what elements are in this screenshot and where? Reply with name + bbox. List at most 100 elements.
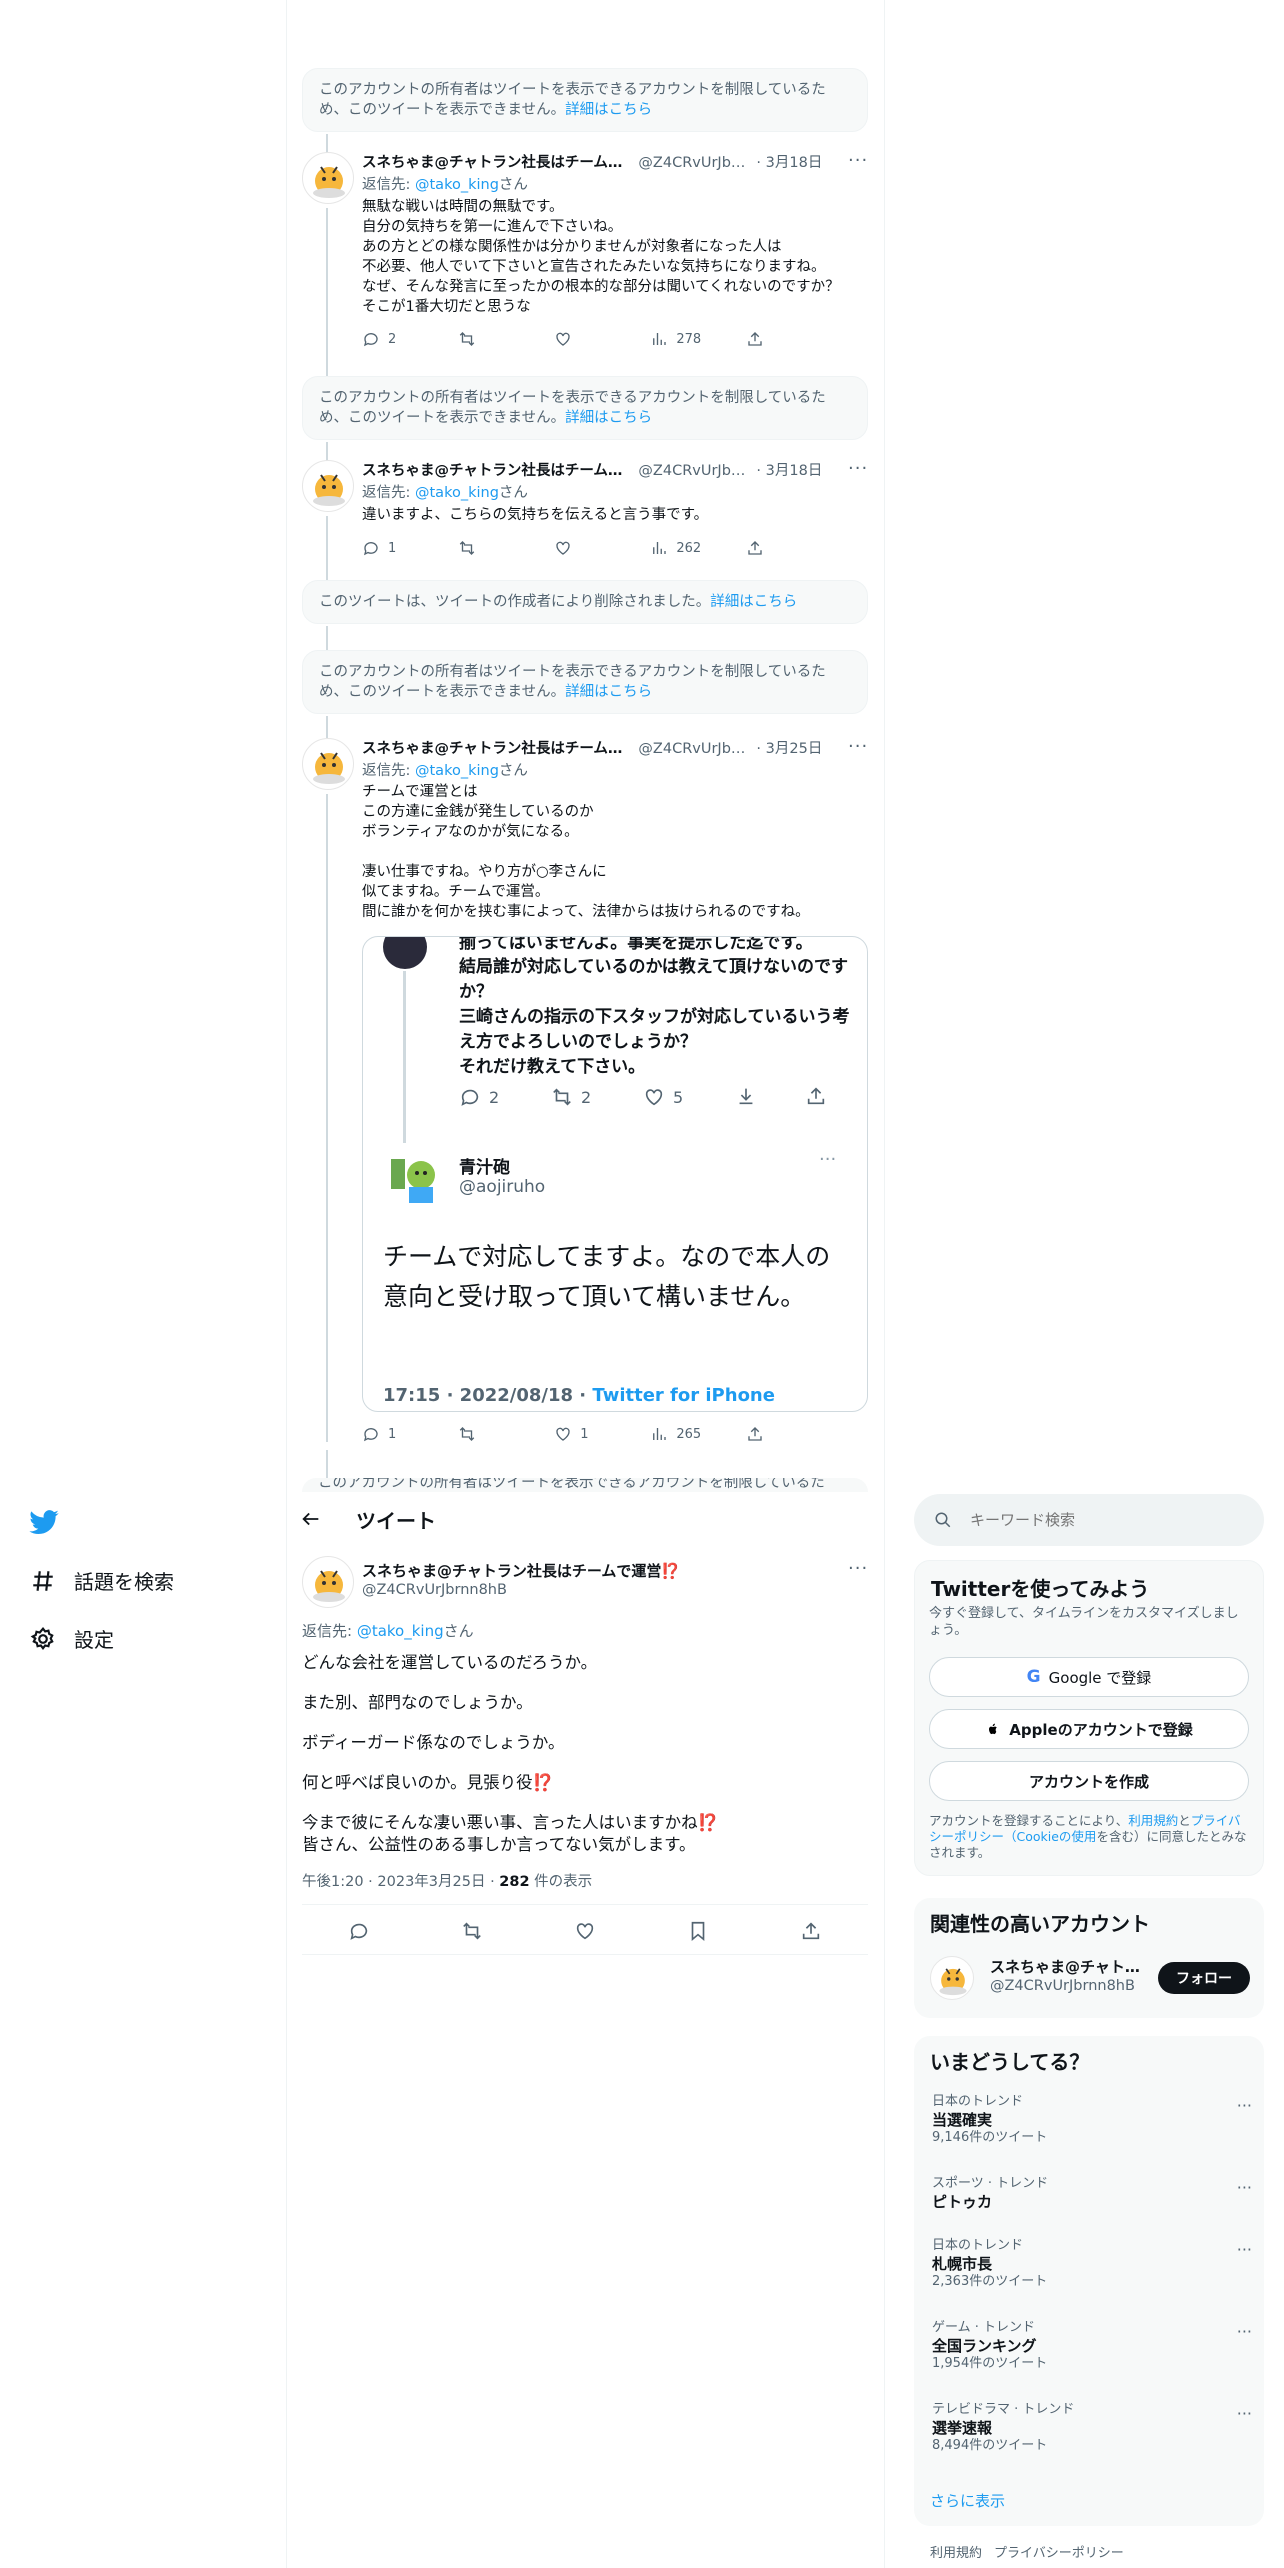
back-arrow-icon[interactable]: [300, 1508, 322, 1534]
retweet-button[interactable]: 2: [551, 1085, 643, 1109]
reply-user-link[interactable]: @tako_king: [415, 485, 499, 501]
avatar[interactable]: [302, 152, 354, 204]
author-name[interactable]: スネちゃま@チャトラン社長はチーム…: [362, 153, 622, 173]
author-handle[interactable]: @Z4CRvUrJbr…: [638, 739, 750, 759]
embedded-screenshot[interactable]: 揃ってはいませんよ。事実を提示した迄です。 結局誰が対応しているのかは教えて頂け…: [362, 936, 868, 1412]
learn-more-link[interactable]: 詳細はこちら: [565, 410, 652, 426]
google-signup-button[interactable]: G Google で登録: [929, 1657, 1249, 1697]
heart-icon[interactable]: [574, 1920, 596, 1942]
tweet-date[interactable]: · 3月18日: [756, 153, 822, 173]
learn-more-link[interactable]: 詳細はこちら: [565, 102, 652, 118]
main-tweet-line: どんな会社を運営しているのだろうか。: [302, 1653, 598, 1672]
more-icon[interactable]: ···: [848, 458, 868, 479]
reply-button[interactable]: 2: [362, 329, 458, 349]
apple-signup-button[interactable]: Appleのアカウントで登録: [929, 1709, 1249, 1749]
restricted-notice: このアカウントの所有者はツイートを表示できるアカウントを制限しているため、このツ…: [302, 68, 868, 132]
reply-icon[interactable]: [348, 1920, 370, 1942]
retweet-icon: [459, 1427, 475, 1441]
like-button[interactable]: 1: [554, 1424, 650, 1444]
show-more-link[interactable]: さらに表示: [930, 2490, 1005, 2511]
author-name[interactable]: スネちゃま@チャトラン社長はチーム…: [362, 739, 622, 759]
terms-link[interactable]: 利用規約: [1128, 1813, 1178, 1828]
quoted-text: 結局誰が対応しているのかは教えて頂けないのですか？ 三崎さんの指示の下スタッフが…: [459, 957, 850, 1077]
share-button[interactable]: [746, 538, 782, 558]
related-handle[interactable]: @Z4CRvUrJbrnn8hB: [990, 1978, 1135, 1994]
learn-more-link[interactable]: 詳細はこちら: [710, 594, 797, 610]
more-icon[interactable]: ···: [848, 1558, 868, 1579]
tweet-date[interactable]: · 3月18日: [756, 461, 822, 481]
main-tweet-line: 何と呼べば良いのか。見張り役⁉️: [302, 1773, 554, 1792]
retweet-icon: [553, 1088, 571, 1106]
trend-item[interactable]: ゲーム · トレンド 全国ランキング 1,954件のツイート ···: [932, 2320, 1252, 2372]
footer-terms-link[interactable]: 利用規約: [930, 2542, 982, 2561]
related-name[interactable]: スネちゃま@チャト…: [990, 1956, 1140, 1977]
trend-item[interactable]: テレビドラマ · トレンド 選挙速報 8,494件のツイート ···: [932, 2402, 1252, 2454]
hashtag-icon: [33, 1570, 53, 1591]
more-icon[interactable]: ···: [1237, 2096, 1252, 2115]
share-button[interactable]: [746, 1424, 782, 1444]
learn-more-link[interactable]: 詳細はこちら: [565, 684, 652, 700]
views-button[interactable]: 265: [650, 1424, 746, 1444]
embed-timestamp: 17:15 · 2022/08/18 · Twitter for iPhone: [383, 1385, 775, 1406]
search-box[interactable]: [914, 1494, 1264, 1546]
avatar[interactable]: [302, 1556, 354, 1608]
retweet-button[interactable]: [458, 1424, 554, 1444]
create-account-button[interactable]: アカウントを作成: [929, 1761, 1249, 1801]
reply-button[interactable]: 2: [459, 1085, 551, 1109]
main-tweet-timestamp[interactable]: 午後1:20 · 2023年3月25日 · 282 件の表示: [302, 1870, 592, 1891]
main-author-name[interactable]: スネちゃま@チャトラン社長はチームで運営⁉️: [362, 1560, 680, 1581]
share-button[interactable]: [746, 329, 782, 349]
reply-user-link[interactable]: @tako_king: [415, 763, 499, 779]
retweet-button[interactable]: [458, 329, 554, 349]
trend-item[interactable]: 日本のトレンド 札幌市長 2,363件のツイート ···: [932, 2238, 1252, 2290]
share-button[interactable]: [805, 1085, 845, 1109]
avatar[interactable]: [930, 1956, 974, 2000]
more-icon[interactable]: ···: [1237, 2322, 1252, 2341]
more-icon[interactable]: ···: [1237, 2404, 1252, 2423]
share-icon[interactable]: [800, 1920, 822, 1942]
reply-button[interactable]: 1: [362, 538, 458, 558]
thread-line: [326, 358, 328, 376]
download-button[interactable]: [735, 1085, 805, 1109]
more-icon[interactable]: ···: [848, 736, 868, 757]
signup-panel: Twitterを使ってみよう 今すぐ登録して、タイムラインをカスタマイズしましょ…: [914, 1560, 1264, 1876]
footer-privacy-link[interactable]: プライバシーポリシー: [994, 2542, 1124, 2561]
thread-line: [326, 794, 328, 1442]
author-handle[interactable]: @Z4CRvUrJbr…: [638, 153, 750, 173]
main-author-handle[interactable]: @Z4CRvUrJbrnn8hB: [362, 1582, 507, 1598]
more-icon[interactable]: ···: [1237, 2240, 1252, 2259]
retweet-icon[interactable]: [461, 1920, 483, 1942]
more-icon[interactable]: ···: [1237, 2178, 1252, 2197]
reply-user-link[interactable]: @tako_king: [357, 1622, 444, 1640]
reply-user-link[interactable]: @tako_king: [415, 177, 499, 193]
twitter-logo-icon[interactable]: [28, 1506, 60, 1542]
nav-explore[interactable]: 話題を検索: [30, 1566, 174, 1595]
views-button[interactable]: 262: [650, 538, 746, 558]
reply-button[interactable]: 1: [362, 1424, 458, 1444]
avatar[interactable]: [302, 460, 354, 512]
reply-to: 返信先: @tako_kingさん: [302, 1622, 474, 1640]
more-icon[interactable]: ···: [848, 150, 868, 171]
retweet-icon: [459, 332, 475, 346]
nav-settings[interactable]: 設定: [30, 1624, 114, 1653]
author-name[interactable]: スネちゃま@チャトラン社長はチーム…: [362, 461, 622, 481]
tweet-header: スネちゃま@チャトラン社長はチーム… @Z4CRvUrJbr… · 3月25日: [362, 739, 868, 759]
tweet-header: スネちゃま@チャトラン社長はチーム… @Z4CRvUrJbr… · 3月18日: [362, 153, 868, 173]
share-icon: [748, 332, 763, 346]
views-button[interactable]: 278: [650, 329, 746, 349]
like-button[interactable]: 5: [643, 1085, 735, 1109]
retweet-button[interactable]: [458, 538, 554, 558]
like-button[interactable]: [554, 329, 650, 349]
trend-item[interactable]: 日本のトレンド 当選確実 9,146件のツイート ···: [932, 2094, 1252, 2146]
tweet-date[interactable]: · 3月25日: [756, 739, 822, 759]
views-icon: [653, 542, 667, 554]
follow-button[interactable]: フォロー: [1158, 1962, 1250, 1994]
avatar: [383, 1147, 445, 1209]
bookmark-icon[interactable]: [687, 1920, 709, 1942]
trend-item[interactable]: スポーツ · トレンド ピトゥカ ···: [932, 2176, 1252, 2212]
like-button[interactable]: [554, 538, 650, 558]
search-input[interactable]: [970, 1511, 1230, 1529]
author-handle[interactable]: @Z4CRvUrJbr…: [638, 461, 750, 481]
avatar[interactable]: [302, 738, 354, 790]
interrobang-icon: ⁉️: [661, 1562, 681, 1580]
